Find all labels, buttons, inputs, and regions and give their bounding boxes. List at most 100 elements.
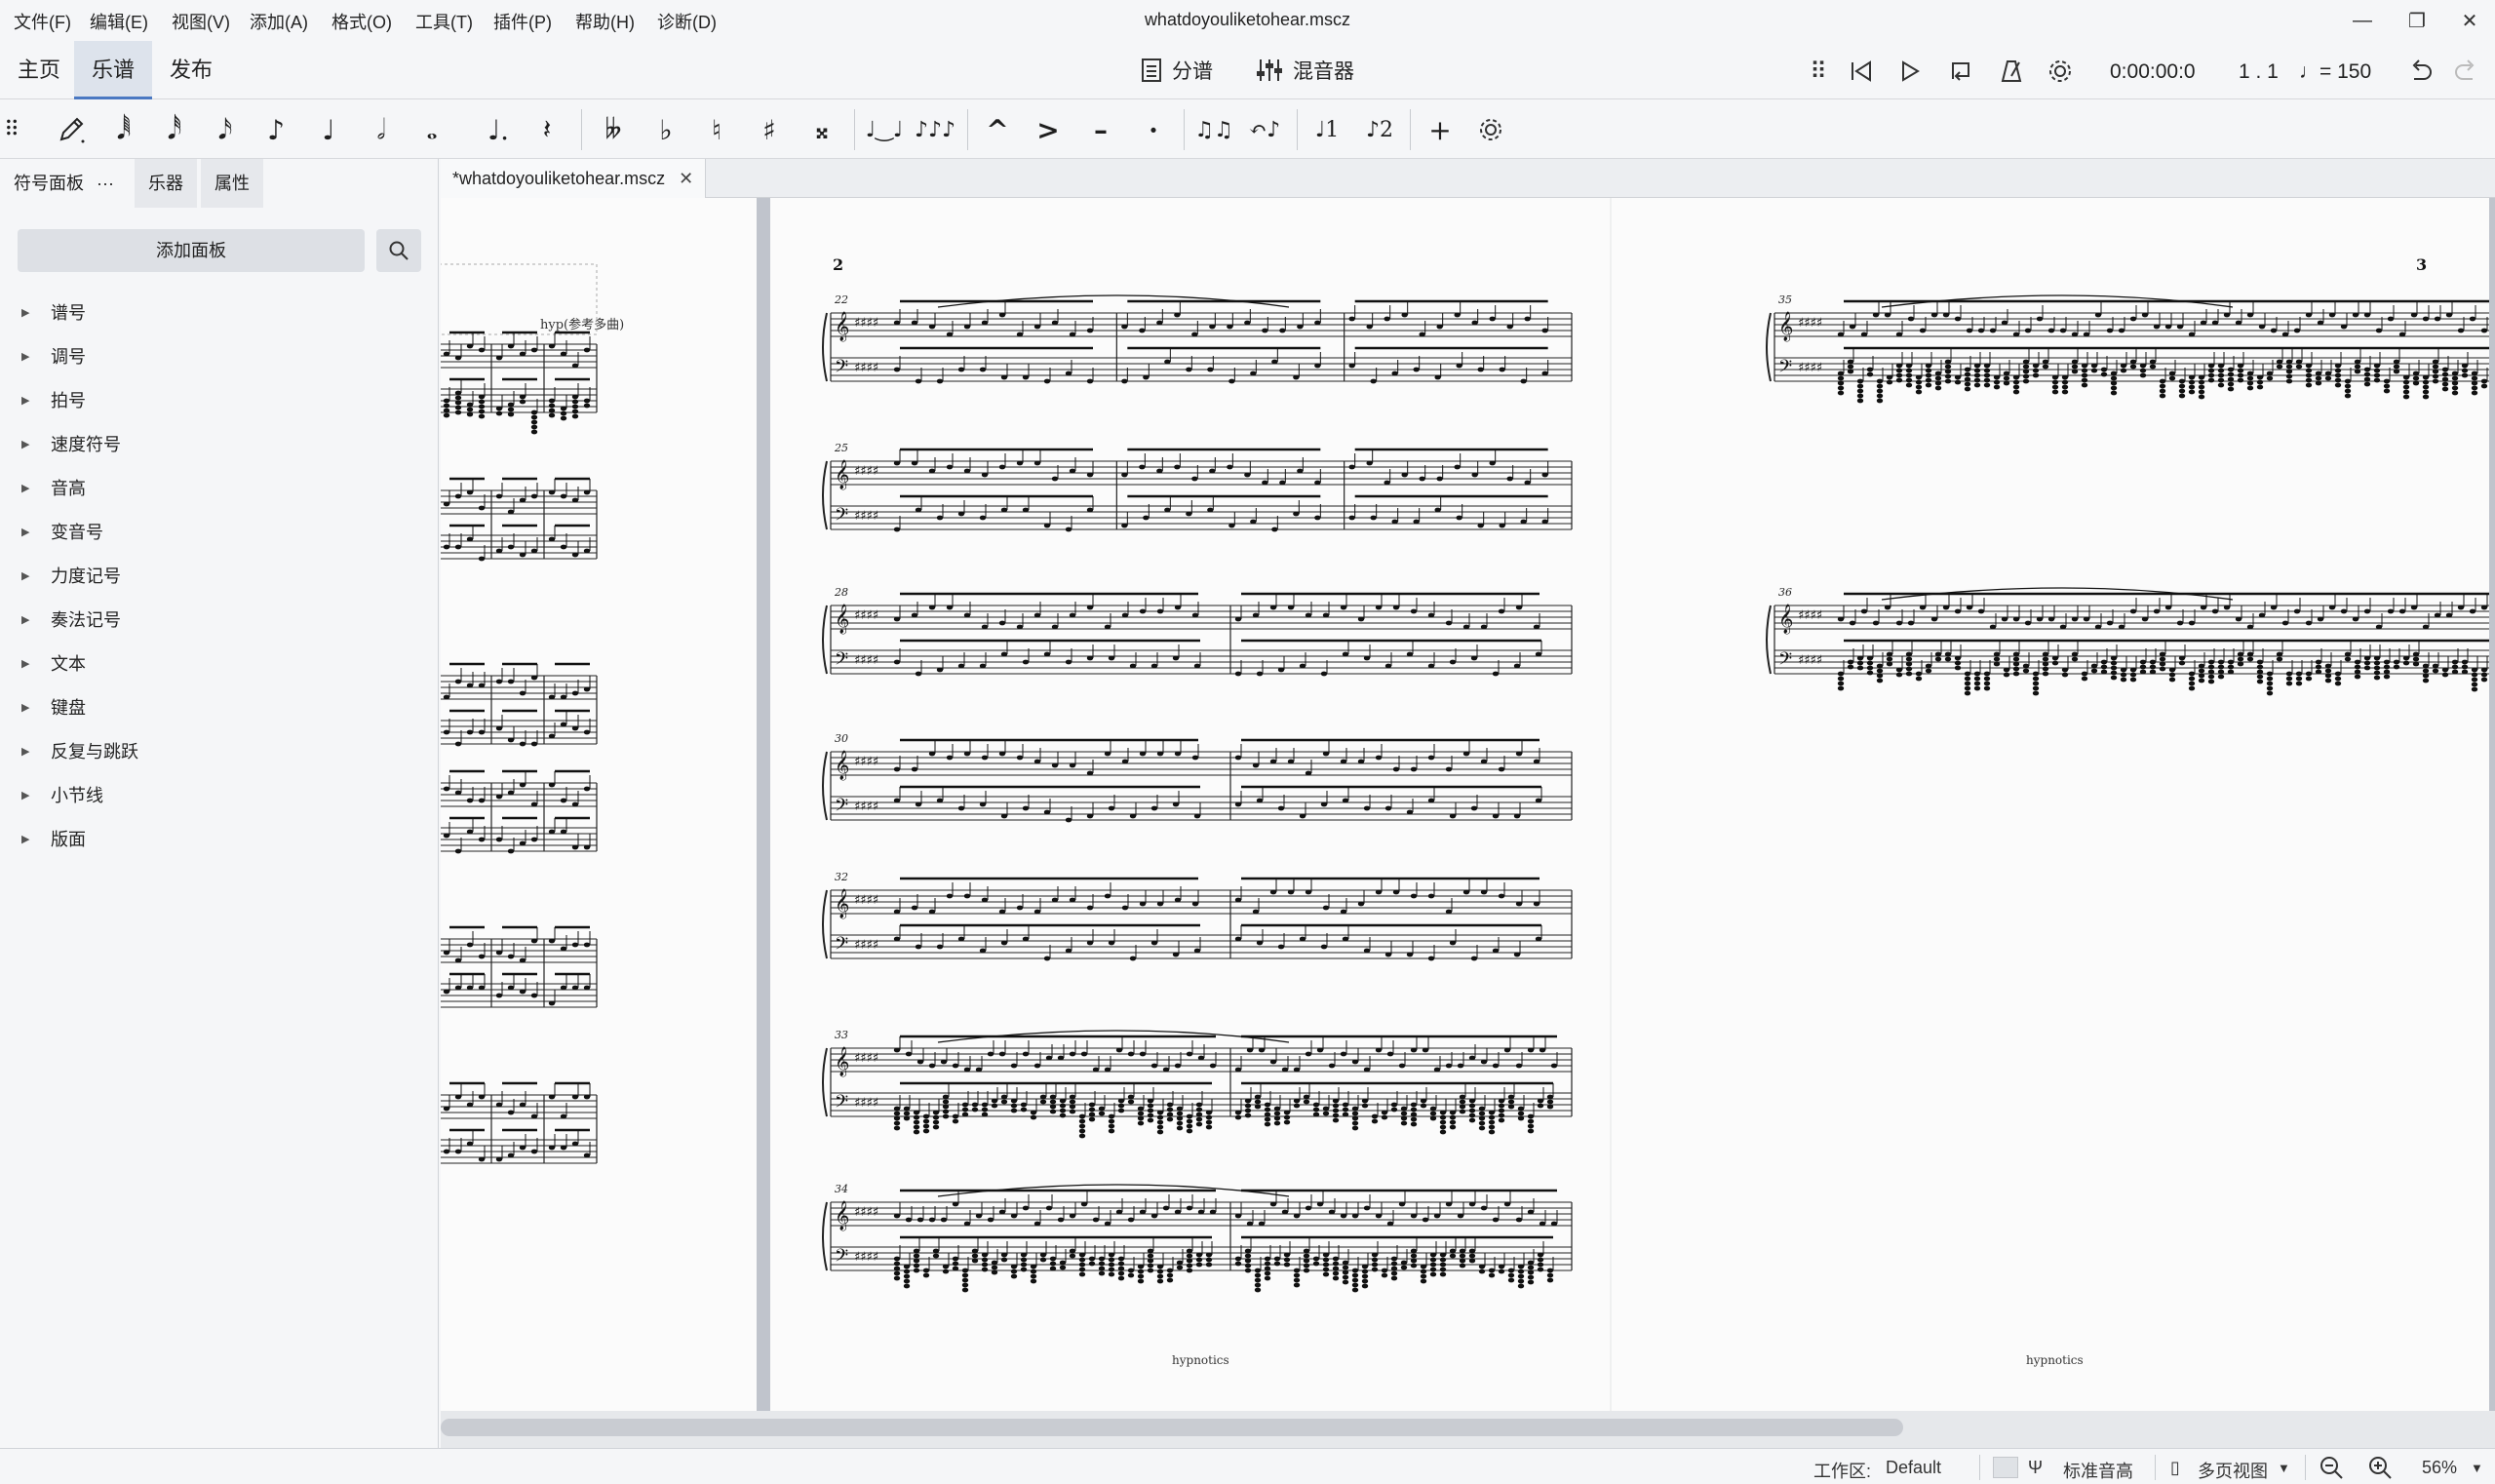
chevron-right-icon[interactable]: ▶ — [21, 569, 31, 582]
tempo-readout[interactable]: ♩= 150 — [2299, 60, 2371, 84]
tab-publish[interactable]: 发布 — [152, 41, 230, 99]
toolbar-handle-icon[interactable]: ⠿ — [0, 107, 23, 152]
natural-button[interactable]: ♮ — [694, 107, 739, 152]
workspace-selector[interactable]: Default — [1886, 1458, 1941, 1478]
palette-item[interactable]: ▶ 调号 — [21, 341, 86, 371]
menu-edit[interactable]: 编辑(E) — [90, 9, 148, 34]
double-flat-button[interactable]: 𝄫 — [591, 107, 636, 152]
mixer-button[interactable]: 混音器 — [1256, 53, 1354, 88]
tab-instruments[interactable]: 乐器 — [135, 159, 197, 208]
play-button[interactable] — [1893, 55, 1927, 88]
palette-item[interactable]: ▶ 音高 — [21, 473, 86, 502]
parts-button[interactable]: 分谱 — [1141, 53, 1213, 88]
chevron-right-icon[interactable]: ▶ — [21, 394, 31, 407]
tab-palettes[interactable]: 符号面板 ··· — [0, 159, 133, 208]
chevron-right-icon[interactable]: ▶ — [21, 526, 31, 538]
add-palette-button[interactable]: 添加面板 — [18, 229, 365, 272]
chevron-right-icon[interactable]: ▶ — [21, 833, 31, 845]
loop-button[interactable] — [1944, 55, 1977, 88]
menu-help[interactable]: 帮助(H) — [575, 9, 635, 34]
more-options-icon[interactable]: ··· — [97, 174, 114, 193]
chevron-right-icon[interactable]: ▶ — [21, 701, 31, 714]
palette-search-button[interactable] — [376, 229, 421, 272]
chevron-right-icon[interactable]: ▶ — [21, 745, 31, 758]
add-icon[interactable]: + — [1418, 107, 1462, 152]
chevron-down-icon[interactable]: ▼ — [2471, 1461, 2483, 1475]
zoom-in-button[interactable] — [2367, 1455, 2393, 1484]
minimize-button[interactable]: — — [2338, 4, 2387, 37]
close-window-button[interactable]: ✕ — [2445, 4, 2494, 37]
menu-plugins[interactable]: 插件(P) — [493, 9, 552, 34]
slur-button[interactable]: ♪♪♪ — [913, 107, 957, 152]
tab-properties[interactable]: 属性 — [201, 159, 263, 208]
chevron-right-icon[interactable]: ▶ — [21, 482, 31, 494]
redo-button[interactable] — [2449, 55, 2482, 88]
tab-home[interactable]: 主页 — [0, 41, 78, 99]
duration-whole-button[interactable]: 𝅝 — [409, 107, 454, 152]
chevron-right-icon[interactable]: ▶ — [21, 613, 31, 626]
chevron-right-icon[interactable]: ▶ — [21, 657, 31, 670]
zoom-level[interactable]: 56% — [2422, 1458, 2457, 1478]
duration-half-button[interactable]: 𝅗𝅥 — [359, 107, 404, 152]
palette-item[interactable]: ▶ 小节线 — [21, 780, 103, 809]
close-tab-icon[interactable]: ✕ — [679, 169, 693, 189]
note-input-mode-button[interactable] — [49, 107, 94, 152]
sharp-button[interactable]: ♯ — [747, 107, 792, 152]
menu-add[interactable]: 添加(A) — [250, 9, 308, 34]
horizontal-scrollbar[interactable] — [441, 1411, 2495, 1448]
menu-diagnostics[interactable]: 诊断(D) — [657, 9, 717, 34]
document-tab[interactable]: *whatdoyouliketohear.mscz ✕ — [441, 159, 707, 198]
palette-item[interactable]: ▶ 文本 — [21, 648, 86, 678]
concert-pitch-checkbox[interactable] — [1993, 1457, 2018, 1478]
double-sharp-button[interactable]: 𝄪 — [799, 107, 844, 152]
voice-2-button[interactable]: ♪2 — [1357, 107, 1402, 152]
duration-16th-button[interactable]: 𝅘𝅥𝅯 — [203, 107, 248, 152]
augmentation-dot-button[interactable]: ♩. — [476, 107, 521, 152]
menu-tools[interactable]: 工具(T) — [415, 9, 473, 34]
rest-button[interactable]: 𝄽 — [525, 107, 569, 152]
palette-item[interactable]: ▶ 奏法记号 — [21, 605, 121, 634]
drag-handle-icon[interactable]: ⠿ — [1802, 55, 1835, 88]
undo-button[interactable] — [2404, 55, 2437, 88]
palette-item[interactable]: ▶ 拍号 — [21, 385, 86, 414]
tie-button[interactable]: ♩‿♩ — [862, 107, 907, 152]
chevron-right-icon[interactable]: ▶ — [21, 350, 31, 363]
palette-item[interactable]: ▶ 键盘 — [21, 692, 86, 722]
metronome-button[interactable] — [1995, 55, 2028, 88]
palette-item[interactable]: ▶ 力度记号 — [21, 561, 121, 590]
score-canvas[interactable]: hyp(参考多曲) 2 3 22 𝄞 𝄢 ♯♯♯♯ ♯♯♯♯ 25 𝄞 𝄢 ♯♯♯♯ ♯♯♯♯ 28 𝄞 𝄢… — [441, 198, 2495, 1411]
palette-item[interactable]: ▶ 谱号 — [21, 297, 86, 327]
zoom-out-button[interactable] — [2319, 1455, 2344, 1484]
voice-1-button[interactable]: ♩1 — [1305, 107, 1349, 152]
flip-direction-button[interactable]: ↶♪ — [1242, 107, 1287, 152]
chevron-right-icon[interactable]: ▶ — [21, 789, 31, 801]
palette-item[interactable]: ▶ 速度符号 — [21, 429, 121, 458]
rewind-button[interactable] — [1845, 55, 1878, 88]
duration-eighth-button[interactable]: ♪ — [253, 107, 298, 152]
chevron-right-icon[interactable]: ▶ — [21, 438, 31, 450]
playback-settings-button[interactable] — [2044, 55, 2077, 88]
marcato-button[interactable]: ^ — [975, 107, 1020, 152]
menu-format[interactable]: 格式(O) — [331, 9, 392, 34]
scrollbar-thumb[interactable] — [441, 1419, 1903, 1436]
chevron-down-icon[interactable]: ▼ — [2278, 1461, 2290, 1475]
palette-item[interactable]: ▶ 版面 — [21, 824, 86, 853]
menu-file[interactable]: 文件(F) — [14, 9, 71, 34]
tuplet-button[interactable]: ♫♫ — [1191, 107, 1236, 152]
chevron-right-icon[interactable]: ▶ — [21, 306, 31, 319]
palette-item[interactable]: ▶ 变音号 — [21, 517, 103, 546]
accent-button[interactable]: > — [1026, 107, 1071, 152]
duration-64th-button[interactable]: 𝅘𝅥𝅱 — [101, 107, 146, 152]
palette-item[interactable]: ▶ 反复与跳跃 — [21, 736, 138, 765]
duration-32nd-button[interactable]: 𝅘𝅥𝅰 — [152, 107, 197, 152]
restore-button[interactable]: ❐ — [2393, 4, 2441, 37]
duration-quarter-button[interactable]: ♩ — [306, 107, 351, 152]
toolbar-settings-button[interactable] — [1468, 107, 1513, 152]
staccato-button[interactable]: · — [1131, 107, 1176, 152]
concert-pitch-label[interactable]: 标准音高 — [2063, 1458, 2133, 1483]
view-mode-selector[interactable]: 多页视图 — [2198, 1458, 2268, 1483]
tab-score[interactable]: 乐谱 — [74, 41, 153, 99]
menu-view[interactable]: 视图(V) — [172, 9, 230, 34]
flat-button[interactable]: ♭ — [643, 107, 688, 152]
tenuto-button[interactable]: – — [1078, 107, 1123, 152]
